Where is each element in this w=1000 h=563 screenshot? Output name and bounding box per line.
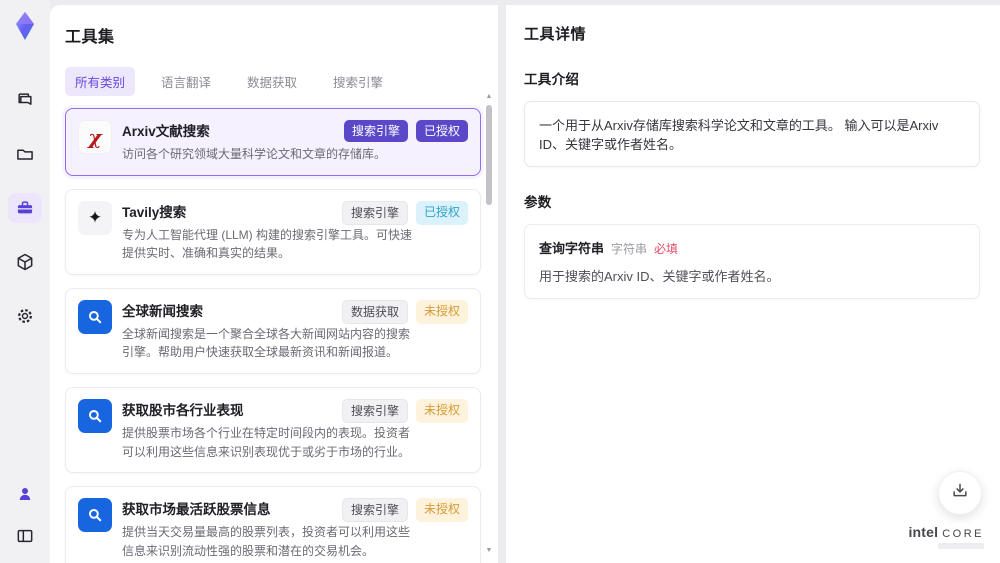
auth-status-badge: 未授权 <box>415 299 468 324</box>
intel-logo-text: intel <box>908 524 939 540</box>
sidebar-item-tools[interactable] <box>8 193 42 223</box>
tool-card-sector-performance[interactable]: 获取股市各行业表现 提供股票市场各个行业在特定时间段内的表现。投资者可以利用这些… <box>65 386 481 474</box>
toolbox-icon <box>15 198 35 218</box>
tool-description: 专为人工智能代理 (LLM) 构建的搜索引擎工具。可快速提供实时、准确和真实的结… <box>122 227 413 261</box>
sidebar-item-account[interactable] <box>8 479 42 509</box>
sidebar-item-settings[interactable] <box>8 301 42 331</box>
folder-icon <box>15 144 35 164</box>
download-button[interactable] <box>938 471 982 515</box>
scroll-up-icon[interactable]: ▲ <box>485 93 493 101</box>
scrollbar-thumb[interactable] <box>486 105 492 205</box>
category-badge: 搜索引擎 <box>341 498 408 523</box>
auth-status-badge: 未授权 <box>415 398 468 423</box>
tool-description: 全球新闻搜索是一个聚合全球各大新闻网站内容的搜索引擎。帮助用户快速获取全球最新资… <box>122 326 411 360</box>
auth-status-badge: 未授权 <box>415 498 468 523</box>
gear-icon <box>15 306 35 326</box>
main-shell: 工具集 所有类别 语言翻译 数据获取 搜索引擎 χ Arxiv文献搜索 访问各个… <box>50 5 1000 563</box>
page-title: 工具集 <box>65 29 115 46</box>
intel-logo-accent <box>938 543 984 549</box>
category-badge: 搜索引擎 <box>341 200 408 225</box>
app-logo-icon[interactable] <box>8 9 42 43</box>
param-card: 查询字符串 字符串 必填 用于搜索的Arxiv ID、关键字或作者姓名。 <box>524 224 980 299</box>
tab-language-translation[interactable]: 语言翻译 <box>151 67 221 96</box>
param-name: 查询字符串 <box>539 241 605 256</box>
panel-toggle-icon <box>15 526 35 546</box>
search-tool-icon <box>78 398 112 433</box>
tool-description: 提供当天交易量最高的股票列表，投资者可以利用这些信息来识别流动性强的股票和潜在的… <box>122 525 411 558</box>
intro-text: 一个用于从Arxiv存储库搜索科学论文和文章的工具。 输入可以是Arxiv ID… <box>524 101 980 167</box>
list-scrollbar[interactable]: ▲ ▼ <box>485 93 493 555</box>
tool-card-arxiv[interactable]: χ Arxiv文献搜索 访问各个研究领域大量科学论文和文章的存储库。 搜索引擎 … <box>65 108 481 176</box>
scroll-down-icon[interactable]: ▼ <box>485 547 493 555</box>
tool-description: 访问各个研究领域大量科学论文和文章的存储库。 <box>122 147 387 161</box>
auth-status-badge: 已授权 <box>415 120 468 142</box>
tab-search-engine[interactable]: 搜索引擎 <box>323 67 393 96</box>
app-rail <box>0 0 50 563</box>
sidebar-item-chat[interactable] <box>8 85 42 115</box>
detail-title: 工具详情 <box>524 26 587 43</box>
tool-list: χ Arxiv文献搜索 访问各个研究领域大量科学论文和文章的存储库。 搜索引擎 … <box>65 108 481 563</box>
category-badge: 数据获取 <box>341 299 408 324</box>
tavily-icon: ✦ <box>78 200 112 235</box>
tab-all-categories[interactable]: 所有类别 <box>65 67 136 96</box>
pane-divider <box>498 5 506 563</box>
param-type: 字符串 <box>611 242 648 256</box>
category-badge: 搜索引擎 <box>341 398 408 423</box>
tool-list-pane: 工具集 所有类别 语言翻译 数据获取 搜索引擎 χ Arxiv文献搜索 访问各个… <box>50 5 498 563</box>
params-heading: 参数 <box>524 195 552 210</box>
category-badge: 搜索引擎 <box>343 120 408 142</box>
tab-data-fetch[interactable]: 数据获取 <box>237 67 307 96</box>
core-logo-text: core <box>942 528 984 540</box>
category-tabs: 所有类别 语言翻译 数据获取 搜索引擎 <box>65 67 498 96</box>
arxiv-icon: χ <box>78 120 112 154</box>
search-tool-icon <box>78 498 112 533</box>
intro-heading: 工具介绍 <box>524 72 580 87</box>
package-icon <box>15 252 35 272</box>
chat-icon <box>15 90 35 110</box>
sidebar-item-packages[interactable] <box>8 247 42 277</box>
auth-status-badge: 已授权 <box>415 200 468 225</box>
param-required-flag: 必填 <box>654 242 679 256</box>
tool-card-global-news[interactable]: 全球新闻搜索 全球新闻搜索是一个聚合全球各大新闻网站内容的搜索引擎。帮助用户快速… <box>65 287 481 374</box>
tool-description: 提供股票市场各个行业在特定时间段内的表现。投资者可以利用这些信息来识别表现优于或… <box>122 425 411 459</box>
intel-core-logo: intel core <box>908 524 984 549</box>
collapse-panel-button[interactable] <box>8 521 42 551</box>
tool-card-most-active-stocks[interactable]: 获取市场最活跃股票信息 提供当天交易量最高的股票列表，投资者可以利用这些信息来识… <box>65 486 481 563</box>
tool-detail-pane: 工具详情 工具介绍 一个用于从Arxiv存储库搜索科学论文和文章的工具。 输入可… <box>506 5 1000 563</box>
param-description: 用于搜索的Arxiv ID、关键字或作者姓名。 <box>539 269 780 284</box>
user-icon <box>16 485 34 503</box>
sidebar-item-files[interactable] <box>8 139 42 169</box>
download-icon <box>950 481 970 506</box>
search-tool-icon <box>78 299 112 334</box>
tool-card-tavily[interactable]: ✦ Tavily搜索 专为人工智能代理 (LLM) 构建的搜索引擎工具。可快速提… <box>65 188 481 275</box>
